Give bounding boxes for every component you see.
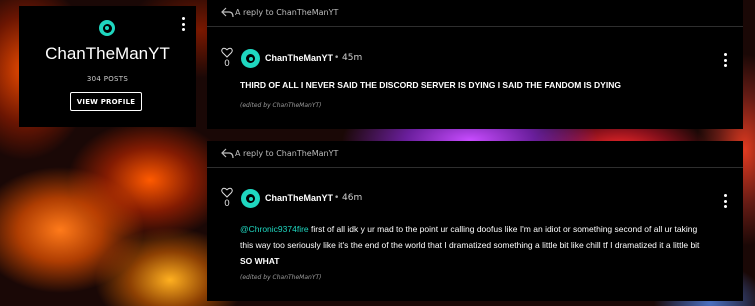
post-count: 304 POSTS <box>86 75 129 83</box>
reply-arrow-icon <box>221 148 234 159</box>
reply-card: A reply to ChanTheManYT 0 ChanTheManYT •… <box>207 0 743 129</box>
separator-dot: • <box>334 193 340 203</box>
reply-header[interactable]: A reply to ChanTheManYT <box>207 0 743 27</box>
timestamp: 45m <box>342 53 363 63</box>
profile-card: ChanTheManYT 304 POSTS VIEW PROFILE <box>19 6 196 127</box>
heart-icon[interactable] <box>221 187 233 198</box>
user-mention-link[interactable]: @Chronic9374fire <box>240 224 309 234</box>
like-count: 0 <box>224 199 230 209</box>
separator-dot: • <box>334 53 340 63</box>
profile-name: ChanTheManYT <box>45 44 170 63</box>
author-avatar[interactable] <box>241 189 260 208</box>
author-avatar[interactable] <box>241 49 260 68</box>
reply-to-label: A reply to ChanTheManYT <box>235 149 339 158</box>
like-count: 0 <box>224 59 230 69</box>
reply-bold-text: SO WHAT <box>240 256 280 266</box>
community-logo-icon <box>99 20 115 36</box>
reply-header[interactable]: A reply to ChanTheManYT <box>207 141 743 168</box>
edited-note: (edited by ChanTheManYT) <box>240 102 322 109</box>
author-name[interactable]: ChanTheManYT <box>265 53 333 63</box>
reply-text: THIRD OF ALL I NEVER SAID THE DISCORD SE… <box>240 80 621 90</box>
author-name[interactable]: ChanTheManYT <box>265 193 333 203</box>
more-options-icon[interactable] <box>181 17 185 31</box>
reply-body: first of all idk y ur mad to the point u… <box>240 224 700 250</box>
reply-card: A reply to ChanTheManYT 0 ChanTheManYT •… <box>207 141 743 301</box>
more-options-icon[interactable] <box>723 53 727 67</box>
timestamp: 46m <box>342 193 363 203</box>
reply-to-label: A reply to ChanTheManYT <box>235 8 339 17</box>
view-profile-button[interactable]: VIEW PROFILE <box>70 92 142 111</box>
more-options-icon[interactable] <box>723 194 727 208</box>
reply-arrow-icon <box>221 7 234 18</box>
edited-note: (edited by ChanTheManYT) <box>240 274 322 281</box>
reply-text: @Chronic9374fire first of all idk y ur m… <box>240 221 710 269</box>
heart-icon[interactable] <box>221 47 233 58</box>
